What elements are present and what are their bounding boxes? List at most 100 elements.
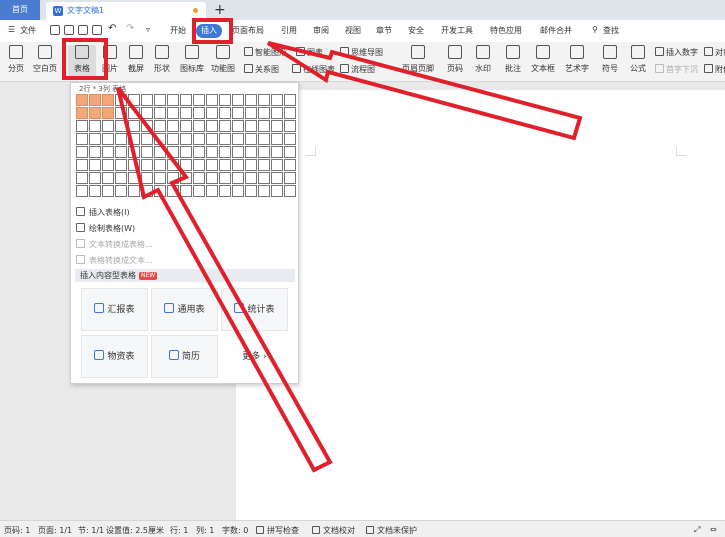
table-grid-cell[interactable]	[89, 159, 101, 171]
card-report-table[interactable]: 汇报表	[81, 288, 148, 331]
table-grid-cell[interactable]	[102, 94, 114, 106]
table-grid-cell[interactable]	[141, 107, 153, 119]
menu-tab-devtools[interactable]: 开发工具	[441, 25, 473, 36]
table-grid-cell[interactable]	[219, 159, 231, 171]
table-grid-cell[interactable]	[232, 120, 244, 132]
table-grid-cell[interactable]	[89, 107, 101, 119]
table-grid-cell[interactable]	[258, 107, 270, 119]
chart-button[interactable]: 图表	[296, 47, 323, 58]
table-grid-cell[interactable]	[219, 133, 231, 145]
menu-tab-features[interactable]: 特色应用	[490, 25, 522, 36]
table-grid-cell[interactable]	[219, 120, 231, 132]
home-tab[interactable]: 首页	[0, 0, 40, 20]
document-page[interactable]	[236, 90, 725, 520]
table-grid-cell[interactable]	[102, 159, 114, 171]
table-grid-cell[interactable]	[180, 94, 192, 106]
preview-icon[interactable]	[92, 25, 102, 35]
table-grid-cell[interactable]	[271, 94, 283, 106]
table-grid-cell[interactable]	[128, 146, 140, 158]
table-grid-cell[interactable]	[76, 146, 88, 158]
table-grid-cell[interactable]	[89, 146, 101, 158]
table-grid-cell[interactable]	[245, 107, 257, 119]
object-button[interactable]: 对象	[704, 47, 725, 58]
table-to-text-item[interactable]: 表格转换成文本...	[76, 255, 153, 266]
table-grid-cell[interactable]	[141, 133, 153, 145]
table-grid-cell[interactable]	[167, 94, 179, 106]
table-grid-cell[interactable]	[167, 133, 179, 145]
textbox-button[interactable]: 文本框	[528, 45, 558, 79]
menu-tab-view[interactable]: 视图	[345, 25, 361, 36]
table-grid-cell[interactable]	[232, 133, 244, 145]
table-grid-cell[interactable]	[115, 120, 127, 132]
customize-icon[interactable]: ▿	[146, 25, 150, 34]
smart-graphic-button[interactable]: 智能图形	[244, 47, 287, 58]
table-grid-cell[interactable]	[245, 146, 257, 158]
table-grid-cell[interactable]	[271, 120, 283, 132]
table-grid-cell[interactable]	[141, 146, 153, 158]
table-grid-cell[interactable]	[180, 107, 192, 119]
status-setting[interactable]: 设置值: 2.5厘米	[106, 525, 164, 536]
table-grid-cell[interactable]	[128, 94, 140, 106]
table-grid-cell[interactable]	[141, 172, 153, 184]
table-grid-cell[interactable]	[102, 133, 114, 145]
blank-page-button[interactable]: 空白页	[30, 45, 60, 79]
table-grid-cell[interactable]	[206, 133, 218, 145]
table-grid-cell[interactable]	[89, 185, 101, 197]
table-grid-cell[interactable]	[284, 146, 296, 158]
relation-graph-button[interactable]: 关系图	[244, 64, 279, 75]
save-icon[interactable]	[50, 25, 60, 35]
drop-cap-button[interactable]: 首字下沉	[655, 64, 698, 75]
table-grid-cell[interactable]	[167, 159, 179, 171]
table-grid-cell[interactable]	[76, 172, 88, 184]
table-grid-cell[interactable]	[141, 94, 153, 106]
menu-tab-start[interactable]: 开始	[170, 25, 186, 36]
undo-icon[interactable]: ↶	[108, 23, 116, 34]
table-grid-cell[interactable]	[76, 185, 88, 197]
art-text-button[interactable]: 艺术字	[562, 45, 592, 79]
table-grid-cell[interactable]	[102, 146, 114, 158]
comment-button[interactable]: 批注	[502, 45, 524, 79]
table-grid-cell[interactable]	[76, 133, 88, 145]
table-grid-cell[interactable]	[271, 107, 283, 119]
table-button[interactable]: 表格	[68, 45, 96, 79]
table-grid-cell[interactable]	[193, 159, 205, 171]
insert-number-button[interactable]: 插入数字	[655, 47, 698, 58]
menu-tab-security[interactable]: 安全	[408, 25, 424, 36]
table-grid-cell[interactable]	[219, 107, 231, 119]
watermark-button[interactable]: 水印	[470, 45, 496, 79]
table-grid-cell[interactable]	[102, 107, 114, 119]
table-grid-cell[interactable]	[76, 107, 88, 119]
card-resume[interactable]: 简历	[151, 335, 218, 378]
table-grid-cell[interactable]	[193, 94, 205, 106]
shape-button[interactable]: 形状	[150, 45, 174, 79]
screenshot-button[interactable]: 截屏	[124, 45, 148, 79]
page-number-button[interactable]: 页码	[442, 45, 468, 79]
table-grid-cell[interactable]	[115, 146, 127, 158]
table-grid-cell[interactable]	[245, 159, 257, 171]
status-words[interactable]: 字数: 0	[222, 525, 248, 536]
table-grid-cell[interactable]	[115, 94, 127, 106]
table-grid-cell[interactable]	[193, 133, 205, 145]
table-grid-cell[interactable]	[115, 172, 127, 184]
table-grid-cell[interactable]	[128, 185, 140, 197]
table-grid-cell[interactable]	[219, 172, 231, 184]
table-grid-cell[interactable]	[180, 133, 192, 145]
draw-table-item[interactable]: 绘制表格(W)	[76, 223, 135, 234]
table-grid-cell[interactable]	[154, 185, 166, 197]
hamburger-icon[interactable]: ☰	[8, 25, 15, 34]
table-grid-cell[interactable]	[154, 172, 166, 184]
table-grid-cell[interactable]	[271, 172, 283, 184]
formula-button[interactable]: 公式	[626, 45, 650, 79]
table-grid-cell[interactable]	[154, 133, 166, 145]
table-grid-cell[interactable]	[206, 120, 218, 132]
table-grid-cell[interactable]	[232, 94, 244, 106]
table-grid-cell[interactable]	[89, 133, 101, 145]
table-grid-cell[interactable]	[128, 172, 140, 184]
table-grid-cell[interactable]	[284, 107, 296, 119]
header-footer-button[interactable]: 页眉页脚	[398, 45, 438, 79]
mindmap-button[interactable]: 思维导图	[340, 47, 383, 58]
table-grid-cell[interactable]	[206, 146, 218, 158]
table-grid-cell[interactable]	[232, 107, 244, 119]
table-grid-cell[interactable]	[167, 146, 179, 158]
proofread-button[interactable]: 文档校对	[312, 525, 355, 536]
